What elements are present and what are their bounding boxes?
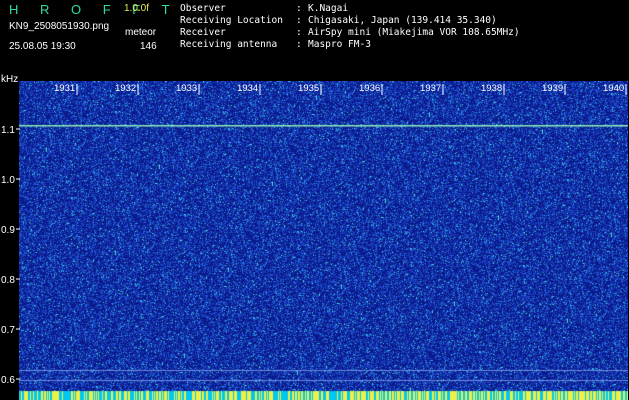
minute-label: 1936: [359, 83, 380, 94]
time-axis: 1931 1932 1933 1934 1935 1936 1937 1938 1939 1940: [19, 81, 628, 95]
minute-label: 1940: [603, 83, 624, 94]
minute-label: 1935: [298, 83, 319, 94]
minute-label: 1937: [420, 83, 441, 94]
minute-label: 1938: [481, 83, 502, 94]
minute-label: 1933: [176, 83, 197, 94]
minute-label: 1939: [542, 83, 563, 94]
minute-label: 1934: [237, 83, 258, 94]
minute-label: 1932: [115, 83, 136, 94]
time-axis-band: [19, 81, 628, 91]
minute-label: 1931: [54, 83, 75, 94]
